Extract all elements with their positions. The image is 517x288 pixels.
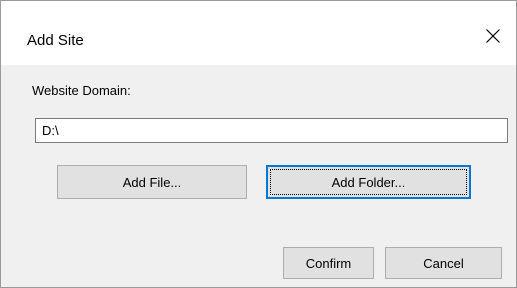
title-bar: Add Site [1, 1, 516, 65]
dialog-title: Add Site [27, 32, 84, 49]
close-icon [485, 28, 501, 44]
add-folder-button[interactable]: Add Folder... [266, 165, 471, 199]
add-site-dialog: Add Site Website Domain: Add File... Add… [0, 0, 517, 288]
website-domain-input[interactable] [35, 118, 508, 143]
add-file-button[interactable]: Add File... [57, 165, 247, 199]
close-button[interactable] [476, 19, 510, 53]
confirm-button[interactable]: Confirm [283, 247, 374, 279]
website-domain-label: Website Domain: [32, 83, 131, 98]
add-folder-label: Add Folder... [331, 174, 406, 190]
cancel-button[interactable]: Cancel [385, 247, 502, 279]
